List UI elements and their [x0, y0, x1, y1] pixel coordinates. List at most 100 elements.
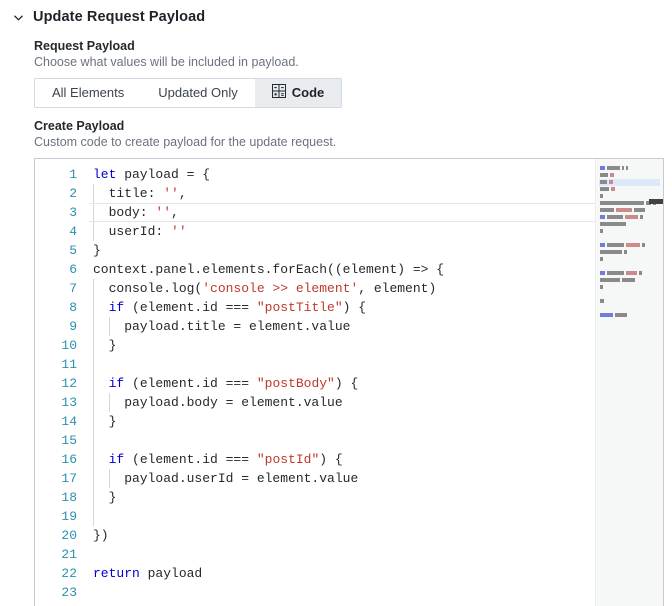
indent-guide [93, 335, 94, 355]
request-payload-segmented-control[interactable]: All Elements Updated Only Code [34, 77, 343, 108]
option-all-elements[interactable]: All Elements [35, 78, 142, 107]
code-line[interactable]: context.panel.elements.forEach((element)… [89, 260, 595, 279]
minimap-segment [626, 243, 640, 248]
code-content[interactable]: let payload = { title: '', body: '', use… [89, 159, 595, 606]
minimap-segment [600, 215, 605, 220]
minimap-segment [611, 187, 615, 192]
minimap-segment [600, 173, 608, 178]
code-editor-main[interactable]: 1 2 3 4 5 6 7 8 9 10 11 12 13 14 15 16 17 18 19 20 21 22 23 le… [35, 158, 595, 606]
code-token: payload [139, 565, 203, 581]
line-number: 15 [61, 432, 77, 448]
minimap-segment [600, 194, 603, 199]
minimap-segment [622, 166, 624, 171]
minimap-segment [600, 243, 605, 248]
option-code-label: Code [291, 85, 325, 101]
code-line[interactable]: payload.userId = element.value [89, 468, 595, 488]
minimap-segment [634, 208, 645, 213]
indent-guide [93, 449, 94, 469]
request-payload-label: Request Payload [34, 39, 135, 53]
minimap-segment [600, 313, 613, 318]
indent-guide [93, 278, 94, 298]
code-line[interactable]: console.log('console >> element', elemen… [89, 278, 595, 298]
code-token: payload.title = element.value [93, 318, 351, 334]
minimap-segment [626, 166, 628, 171]
code-token: payload = { [116, 166, 211, 182]
indent-guide [93, 316, 94, 336]
code-token: userId: [93, 223, 172, 239]
code-token: "postTitle" [256, 299, 343, 315]
minimap-segment [600, 180, 607, 185]
code-line[interactable] [89, 545, 595, 564]
line-number-gutter: 1 2 3 4 5 6 7 8 9 10 11 12 13 14 15 16 17 18 19 20 21 22 23 [35, 158, 89, 606]
line-number: 14 [61, 413, 77, 429]
minimap-segment [600, 278, 620, 283]
code-token: title: [93, 185, 164, 201]
code-token: context.panel.elements.forEach((element)… [93, 261, 445, 277]
line-number: 20 [61, 527, 77, 543]
section-header: Update Request Payload [0, 0, 672, 28]
page-title: Update Request Payload [33, 9, 206, 25]
minimap-segment [600, 166, 605, 171]
code-editor[interactable]: 1 2 3 4 5 6 7 8 9 10 11 12 13 14 15 16 17 18 19 20 21 22 23 le… [34, 157, 664, 606]
minimap-segment [642, 243, 645, 248]
minimap-segment [615, 313, 627, 318]
code-token: if [108, 451, 125, 467]
code-line[interactable] [89, 583, 595, 602]
minimap-segment [600, 250, 622, 255]
code-token: ) { [334, 375, 359, 391]
indent-guide [108, 392, 110, 412]
code-line[interactable]: } [89, 335, 595, 355]
code-line[interactable]: body: '', [89, 202, 595, 223]
code-token: payload.userId = element.value [93, 470, 359, 486]
code-line[interactable]: }) [89, 526, 595, 545]
minimap-segment [609, 180, 613, 185]
code-line[interactable]: let payload = { [89, 165, 595, 184]
minimap-segment [600, 271, 605, 276]
minimap-segment [600, 222, 626, 227]
code-line[interactable]: } [89, 241, 595, 260]
code-line[interactable]: } [89, 487, 595, 507]
option-updated-only-label: Updated Only [158, 85, 238, 101]
option-updated-only[interactable]: Updated Only [141, 78, 255, 107]
indent-guide [93, 430, 94, 450]
minimap-segment [607, 243, 624, 248]
line-number: 5 [69, 242, 77, 258]
code-line[interactable]: if (element.id === "postId") { [89, 449, 595, 469]
line-number: 10 [61, 337, 77, 353]
code-token: if [108, 375, 125, 391]
code-token: (element.id === [124, 451, 257, 467]
indent-guide [93, 203, 94, 223]
code-token: }) [93, 527, 109, 543]
indent-guide [108, 468, 110, 488]
code-line[interactable]: if (element.id === "postTitle") { [89, 297, 595, 317]
editor-scrollbar-thumb[interactable] [649, 198, 663, 204]
code-line[interactable] [89, 506, 595, 526]
chevron-down-icon[interactable] [8, 7, 28, 27]
code-token: (element.id === [124, 299, 257, 315]
code-token: return [93, 565, 140, 581]
code-token: , [171, 204, 179, 220]
code-line[interactable] [89, 354, 595, 374]
indent-guide [108, 316, 110, 336]
code-token: "postBody" [256, 375, 335, 391]
code-token: '' [171, 223, 187, 239]
line-number: 18 [61, 489, 77, 505]
code-line[interactable]: payload.title = element.value [89, 316, 595, 336]
minimap-segment [622, 278, 635, 283]
line-number: 2 [69, 185, 77, 201]
line-number: 9 [69, 318, 77, 334]
code-line[interactable]: userId: '' [89, 221, 595, 241]
code-line[interactable]: } [89, 411, 595, 431]
code-line[interactable]: title: '', [89, 183, 595, 203]
code-line[interactable]: if (element.id === "postBody") { [89, 373, 595, 393]
line-number: 8 [69, 299, 77, 315]
editor-scrollbar[interactable] [649, 159, 663, 606]
indent-guide [93, 221, 94, 241]
code-line[interactable] [89, 430, 595, 450]
indent-guide [93, 506, 94, 526]
code-line[interactable]: return payload [89, 564, 595, 583]
option-code[interactable]: Code [254, 78, 342, 107]
code-line[interactable]: payload.body = element.value [89, 392, 595, 412]
